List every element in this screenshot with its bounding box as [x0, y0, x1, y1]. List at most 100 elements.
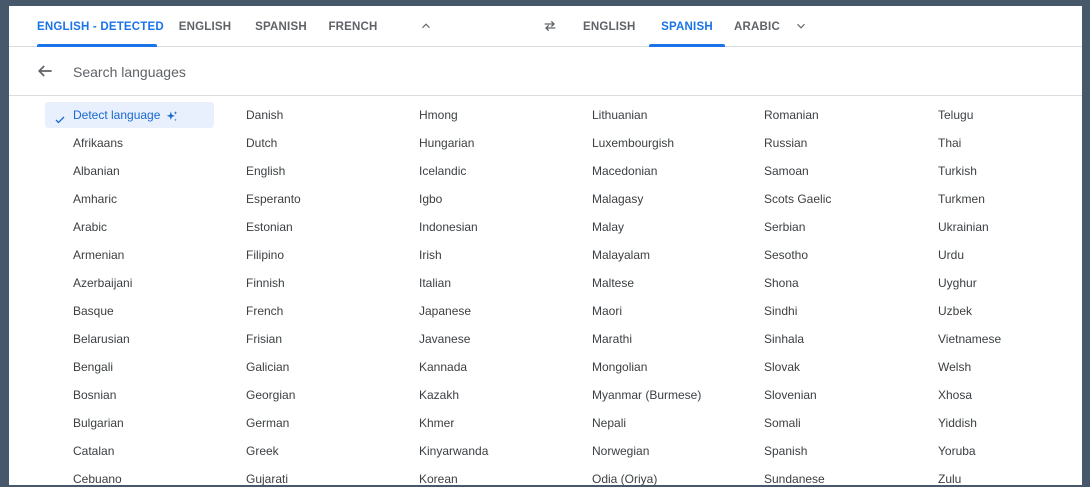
language-option[interactable]: Slovak — [764, 354, 800, 380]
language-option[interactable]: Albanian — [73, 158, 120, 184]
language-option[interactable]: Slovenian — [764, 382, 817, 408]
language-tab-bar: ENGLISH - DETECTED ENGLISH SPANISH FRENC… — [9, 6, 1082, 47]
language-option[interactable]: English — [246, 158, 285, 184]
language-option[interactable]: Samoan — [764, 158, 809, 184]
tab-source-spanish[interactable]: SPANISH — [253, 6, 309, 46]
language-option[interactable]: Georgian — [246, 382, 295, 408]
language-option[interactable]: French — [246, 298, 283, 324]
language-option[interactable]: Greek — [246, 438, 279, 464]
language-option[interactable]: Dutch — [246, 130, 277, 156]
language-option[interactable]: Maltese — [592, 270, 634, 296]
language-option[interactable]: Hungarian — [419, 130, 474, 156]
language-option[interactable]: Indonesian — [419, 214, 478, 240]
language-option[interactable]: Nepali — [592, 410, 626, 436]
chevron-down-icon[interactable] — [789, 14, 813, 38]
language-option[interactable]: Myanmar (Burmese) — [592, 382, 701, 408]
language-option[interactable]: Ukrainian — [938, 214, 989, 240]
language-option[interactable]: Yiddish — [938, 410, 977, 436]
language-option[interactable]: Turkish — [938, 158, 977, 184]
language-option[interactable]: Urdu — [938, 242, 964, 268]
language-option[interactable]: Icelandic — [419, 158, 466, 184]
language-option[interactable]: Cebuano — [73, 466, 122, 485]
check-icon — [54, 109, 66, 124]
language-option[interactable]: Norwegian — [592, 438, 649, 464]
language-option[interactable]: Frisian — [246, 326, 282, 352]
language-option[interactable]: Bengali — [73, 354, 113, 380]
language-option[interactable]: Italian — [419, 270, 451, 296]
language-option[interactable]: Odia (Oriya) — [592, 466, 657, 485]
language-option[interactable]: Galician — [246, 354, 289, 380]
language-option[interactable]: Shona — [764, 270, 799, 296]
language-option[interactable]: Kazakh — [419, 382, 459, 408]
language-option[interactable]: Welsh — [938, 354, 971, 380]
tab-target-spanish[interactable]: SPANISH — [649, 6, 725, 47]
language-picker-panel: ENGLISH - DETECTED ENGLISH SPANISH FRENC… — [9, 6, 1082, 485]
language-option[interactable]: Belarusian — [73, 326, 130, 352]
language-option[interactable]: Yoruba — [938, 438, 976, 464]
language-option[interactable]: Uyghur — [938, 270, 977, 296]
language-option[interactable]: Maori — [592, 298, 622, 324]
language-option[interactable]: Uzbek — [938, 298, 972, 324]
language-option[interactable]: Finnish — [246, 270, 285, 296]
language-option[interactable]: Bulgarian — [73, 410, 124, 436]
detect-language-option[interactable]: Detect language — [45, 102, 214, 128]
language-option[interactable]: Kinyarwanda — [419, 438, 488, 464]
language-option[interactable]: Gujarati — [246, 466, 288, 485]
language-option[interactable]: Somali — [764, 410, 801, 436]
language-option[interactable]: Romanian — [764, 102, 819, 128]
language-option[interactable]: Korean — [419, 466, 458, 485]
language-option[interactable]: Vietnamese — [938, 326, 1001, 352]
language-option[interactable]: Lithuanian — [592, 102, 647, 128]
language-option[interactable]: Estonian — [246, 214, 293, 240]
language-option[interactable]: Macedonian — [592, 158, 657, 184]
language-option[interactable]: Armenian — [73, 242, 124, 268]
language-option[interactable]: Danish — [246, 102, 283, 128]
language-option[interactable]: Khmer — [419, 410, 454, 436]
tab-source-french[interactable]: FRENCH — [327, 6, 379, 46]
language-option[interactable]: Kannada — [419, 354, 467, 380]
language-option[interactable]: Amharic — [73, 186, 117, 212]
tab-target-arabic[interactable]: ARABIC — [734, 6, 780, 46]
language-option[interactable]: Malayalam — [592, 242, 650, 268]
arrow-back-icon[interactable] — [35, 61, 55, 81]
language-option[interactable]: Turkmen — [938, 186, 985, 212]
language-option[interactable]: Sundanese — [764, 466, 825, 485]
language-option[interactable]: Mongolian — [592, 354, 647, 380]
language-option[interactable]: Arabic — [73, 214, 107, 240]
language-option[interactable]: Japanese — [419, 298, 471, 324]
language-option[interactable]: Filipino — [246, 242, 284, 268]
language-option[interactable]: Afrikaans — [73, 130, 123, 156]
language-option[interactable]: Xhosa — [938, 382, 972, 408]
language-option[interactable]: Sesotho — [764, 242, 808, 268]
language-option[interactable]: Hmong — [419, 102, 458, 128]
language-option[interactable]: Malay — [592, 214, 624, 240]
language-option[interactable]: Sinhala — [764, 326, 804, 352]
chevron-up-icon[interactable] — [414, 14, 438, 38]
language-option[interactable]: Azerbaijani — [73, 270, 132, 296]
language-option[interactable]: Malagasy — [592, 186, 643, 212]
language-option[interactable]: Bosnian — [73, 382, 116, 408]
language-search-bar — [9, 47, 1082, 96]
tab-source-english[interactable]: ENGLISH — [177, 6, 233, 46]
language-option[interactable]: Igbo — [419, 186, 442, 212]
language-option[interactable]: Catalan — [73, 438, 114, 464]
language-option[interactable]: German — [246, 410, 289, 436]
language-option[interactable]: Telugu — [938, 102, 973, 128]
swap-icon[interactable] — [538, 14, 562, 38]
language-option[interactable]: Serbian — [764, 214, 805, 240]
search-input[interactable] — [71, 57, 675, 87]
language-option[interactable]: Luxembourgish — [592, 130, 674, 156]
language-option[interactable]: Irish — [419, 242, 442, 268]
language-option[interactable]: Sindhi — [764, 298, 797, 324]
language-option[interactable]: Javanese — [419, 326, 470, 352]
tab-target-english[interactable]: ENGLISH — [583, 6, 635, 46]
language-option[interactable]: Basque — [73, 298, 114, 324]
language-option[interactable]: Scots Gaelic — [764, 186, 831, 212]
tab-source-english-detected[interactable]: ENGLISH - DETECTED — [37, 6, 164, 47]
language-option[interactable]: Esperanto — [246, 186, 301, 212]
language-option[interactable]: Russian — [764, 130, 807, 156]
language-option[interactable]: Marathi — [592, 326, 632, 352]
language-option[interactable]: Zulu — [938, 466, 961, 485]
language-option[interactable]: Spanish — [764, 438, 807, 464]
language-option[interactable]: Thai — [938, 130, 961, 156]
